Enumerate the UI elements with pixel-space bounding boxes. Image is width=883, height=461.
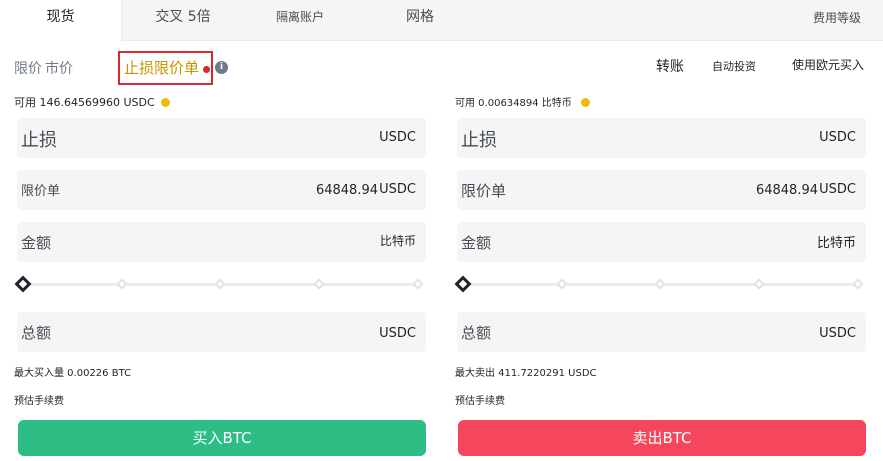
- slider-handle[interactable]: [454, 275, 472, 293]
- auto-invest-link[interactable]: 自动投资: [712, 58, 756, 74]
- sell-amount-unit: 比特币: [816, 236, 856, 251]
- fee-level-link[interactable]: 费用等级: [813, 9, 861, 26]
- slider-tick-25[interactable]: [116, 278, 128, 290]
- info-icon[interactable]: i: [215, 61, 228, 74]
- buy-stop-field[interactable]: 止损 USDC: [17, 118, 426, 158]
- buy-btc-button[interactable]: 买入BTC: [18, 420, 426, 456]
- buy-max-text: 最大买入量 0.00226 BTC: [14, 368, 132, 379]
- buy-fee-text: 预估手续费: [14, 396, 64, 407]
- buy-amount-label: 金额: [21, 234, 52, 252]
- sell-limit-label: 限价单: [461, 182, 507, 200]
- buy-amount-field[interactable]: 金额 比特币: [17, 222, 426, 262]
- buy-total-field[interactable]: 总额 USDC: [17, 312, 426, 352]
- coin-icon[interactable]: [580, 97, 590, 107]
- buy-available-balance: 可用 146.64569960 USDC: [14, 94, 170, 110]
- buy-total-unit: USDC: [379, 326, 416, 341]
- buy-with-eur-link[interactable]: 使用欧元买入: [792, 56, 864, 73]
- slider-tick-100[interactable]: [852, 278, 864, 290]
- cursor-dot: [203, 66, 210, 73]
- slider-tick-50[interactable]: [654, 278, 666, 290]
- sell-available-text: 可用 0.00634894 比特币: [455, 98, 572, 109]
- sell-limit-value: 64848.94: [755, 183, 818, 198]
- slider-tick-50[interactable]: [214, 278, 226, 290]
- sell-stop-label: 止损: [461, 130, 497, 151]
- order-type-stop-limit[interactable]: 止损限价单: [124, 57, 199, 78]
- order-type-limit[interactable]: 限价: [14, 58, 42, 78]
- sell-total-field[interactable]: 总额 USDC: [457, 312, 866, 352]
- tab-spot[interactable]: 现货: [0, 0, 122, 42]
- buy-available-text: 可用 146.64569960 USDC: [14, 96, 155, 109]
- tab-grid[interactable]: 网格: [395, 0, 445, 41]
- slider-tick-100[interactable]: [412, 278, 424, 290]
- buy-amount-slider[interactable]: [14, 275, 426, 293]
- buy-limit-unit: USDC: [379, 182, 416, 197]
- order-type-market[interactable]: 市价: [45, 58, 73, 78]
- buy-total-label: 总额: [21, 324, 52, 342]
- sell-amount-label: 金额: [461, 234, 492, 252]
- sell-stop-field[interactable]: 止损 USDC: [457, 118, 866, 158]
- buy-limit-label: 限价单: [21, 184, 61, 199]
- sell-max-text: 最大卖出 411.7220291 USDC: [455, 368, 597, 379]
- buy-amount-unit: 比特币: [379, 234, 416, 248]
- tab-cross[interactable]: 交叉 5倍: [138, 0, 228, 41]
- sell-limit-unit: USDC: [819, 182, 856, 197]
- buy-stop-unit: USDC: [379, 130, 416, 145]
- transfer-link[interactable]: 转账: [656, 56, 684, 76]
- sell-limit-field[interactable]: 限价单 64848.94 USDC: [457, 170, 866, 210]
- buy-stop-label: 止损: [21, 130, 57, 151]
- sell-btc-button[interactable]: 卖出BTC: [458, 420, 866, 456]
- sell-fee-text: 预估手续费: [455, 396, 505, 407]
- sell-available-balance: 可用 0.00634894 比特币: [455, 94, 590, 109]
- slider-tick-75[interactable]: [753, 278, 765, 290]
- coin-icon[interactable]: [160, 97, 170, 107]
- slider-handle[interactable]: [14, 275, 32, 293]
- sell-amount-field[interactable]: 金额 比特币: [457, 222, 866, 262]
- sell-total-unit: USDC: [819, 326, 856, 341]
- tab-isolated[interactable]: 隔离账户: [262, 0, 338, 41]
- slider-tick-25[interactable]: [556, 278, 568, 290]
- trade-mode-tabs: 现货 交叉 5倍 隔离账户 网格 费用等级: [0, 0, 883, 42]
- slider-tick-75[interactable]: [313, 278, 325, 290]
- sell-stop-unit: USDC: [819, 130, 856, 145]
- sell-amount-slider[interactable]: [454, 275, 866, 293]
- buy-limit-value: 64848.94: [315, 183, 378, 198]
- buy-limit-field[interactable]: 限价单 64848.94 USDC: [17, 170, 426, 210]
- sell-total-label: 总额: [461, 324, 492, 342]
